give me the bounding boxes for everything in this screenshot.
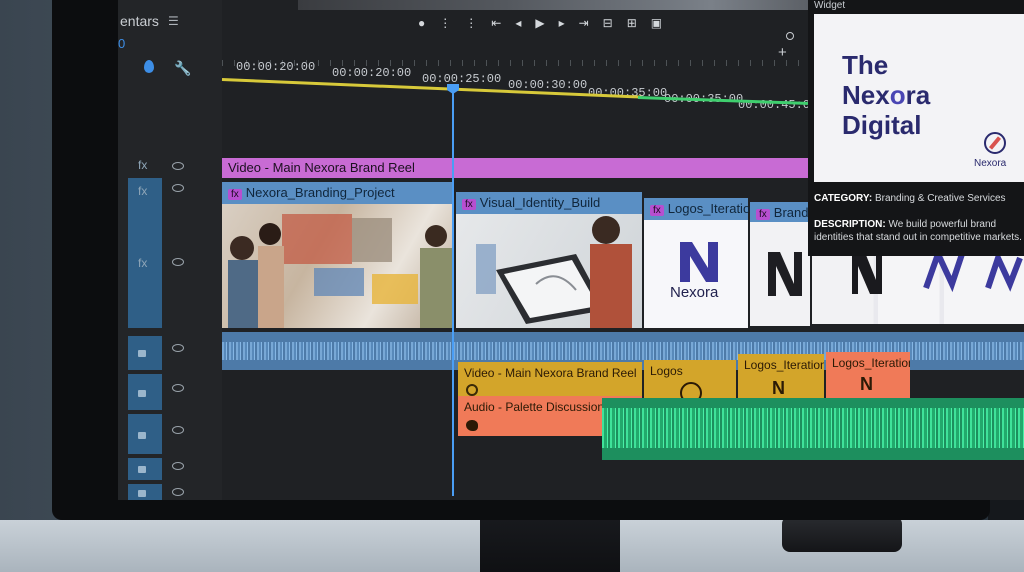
- thumbnail-logo-variant-1: [750, 222, 810, 326]
- step-forward-icon[interactable]: ▸: [559, 16, 565, 30]
- clip-title: fx Brand_: [756, 205, 816, 220]
- eye-icon[interactable]: [172, 462, 184, 470]
- waveform: [602, 408, 1024, 448]
- clip-logos-iteration[interactable]: fx Logos_Iteration: [644, 198, 757, 220]
- desk-device: [782, 516, 902, 552]
- sequence-number: 0: [118, 36, 126, 51]
- lock-icon[interactable]: [138, 466, 146, 473]
- brand-title: The Nexora Digital: [842, 50, 930, 140]
- timecode: 00:00:25:00: [422, 72, 502, 86]
- go-to-out-icon[interactable]: ⇥: [579, 16, 589, 30]
- clip-main-reel[interactable]: Video - Main Nexora Brand Reel: [222, 158, 822, 178]
- clip-label: Logos_Iteration: [744, 358, 824, 372]
- clip-label: Audio - Palette Discussion: [464, 400, 605, 414]
- widget-panel: Widget The Nexora Digital Nexora CATEGOR…: [808, 0, 1024, 256]
- brand-word-part: o: [889, 80, 906, 110]
- out-point-icon[interactable]: ⋮: [465, 16, 477, 30]
- editor-screen: entars ☰ 0 🔧 fx fx fx ● ⋮ ⋮ ⇤ ◂ ▶ ▸ ⇥ ⊟ …: [118, 0, 1024, 500]
- description-line: DESCRIPTION: We build powerful brand ide…: [814, 218, 1024, 244]
- logo-wordmark: Nexora: [670, 284, 719, 301]
- fx-label: fx: [138, 256, 148, 270]
- thumbnail-nexora-logo: Nexora: [644, 220, 748, 328]
- n-logo-icon: N: [772, 378, 785, 398]
- compass-logo-icon: [984, 132, 1006, 154]
- in-point-icon[interactable]: ⋮: [439, 16, 451, 30]
- eye-icon[interactable]: [172, 184, 184, 192]
- n-logo-variant-icon: [768, 252, 802, 296]
- step-back-icon[interactable]: ◂: [515, 16, 521, 30]
- export-frame-icon[interactable]: ▣: [651, 16, 662, 30]
- eye-icon[interactable]: [172, 344, 184, 352]
- clip-label: Video - Main Nexora Brand Reel: [464, 366, 637, 380]
- fx-badge: fx: [756, 209, 770, 220]
- eye-icon[interactable]: [172, 426, 184, 434]
- palette-icon: [466, 420, 478, 431]
- lock-icon[interactable]: [138, 432, 146, 439]
- lock-icon[interactable]: [138, 490, 146, 497]
- eye-icon[interactable]: [172, 384, 184, 392]
- clip-label: Logos: [650, 364, 683, 378]
- eye-icon[interactable]: [172, 488, 184, 496]
- fx-badge: fx: [228, 189, 242, 200]
- clip-label: Nexora_Branding_Project: [245, 185, 395, 200]
- brand-word-part: Nex: [842, 80, 890, 110]
- thumbnail-team-meeting: [222, 204, 454, 328]
- go-to-in-icon[interactable]: ⇤: [491, 16, 501, 30]
- add-button[interactable]: +: [778, 44, 787, 61]
- lock-icon[interactable]: [138, 350, 146, 357]
- fx-label: fx: [138, 184, 148, 198]
- color-drop-icon[interactable]: [144, 60, 154, 73]
- clip-title: fx Visual_Identity_Build: [462, 195, 600, 210]
- nexora-n-logo-icon: [680, 242, 718, 282]
- hamburger-menu-icon[interactable]: ☰: [168, 14, 179, 28]
- clip-visual-identity[interactable]: fx Visual_Identity_Build: [456, 192, 642, 214]
- wrench-icon[interactable]: 🔧: [174, 60, 191, 77]
- eye-icon[interactable]: [172, 258, 184, 266]
- compass-icon: [466, 384, 478, 396]
- fx-label: fx: [138, 158, 148, 172]
- brand-card: The Nexora Digital Nexora: [814, 14, 1024, 182]
- clip-branding-project[interactable]: fx Nexora_Branding_Project: [222, 182, 454, 204]
- lift-icon[interactable]: ⊟: [603, 16, 613, 30]
- clip-brand[interactable]: fx Brand_: [750, 202, 816, 224]
- timecode: 00:00:20:00: [332, 66, 412, 80]
- brand-line-3: Digital: [842, 110, 922, 140]
- category-value: Branding & Creative Services: [874, 193, 1006, 204]
- track-header-panel: entars ☰ 0 🔧 fx fx fx: [118, 0, 222, 500]
- timecode: 00:00:20:00: [236, 60, 316, 74]
- thumbnail-designer-tablet: [456, 214, 642, 328]
- transport-controls: ● ⋮ ⋮ ⇤ ◂ ▶ ▸ ⇥ ⊟ ⊞ ▣: [418, 12, 662, 34]
- track-v2-header: [128, 178, 162, 328]
- eye-icon[interactable]: [172, 162, 184, 170]
- play-icon[interactable]: ▶: [535, 16, 544, 30]
- clip-label: Logos_Iteration: [832, 356, 910, 370]
- brand-line-2: Nexora: [842, 80, 930, 110]
- extract-icon[interactable]: ⊞: [627, 16, 637, 30]
- brand-line-1: The: [842, 50, 889, 80]
- n-logo-icon: N: [860, 374, 873, 394]
- category-line: CATEGORY: Branding & Creative Services: [814, 192, 1024, 205]
- monitor: entars ☰ 0 🔧 fx fx fx ● ⋮ ⋮ ⇤ ◂ ▶ ▸ ⇥ ⊟ …: [52, 0, 1024, 520]
- settings-circle-icon[interactable]: [786, 32, 794, 40]
- clip-video-main-audio[interactable]: Video - Main Nexora Brand Reel: [458, 362, 642, 400]
- clip-title: fx Nexora_Branding_Project: [228, 185, 395, 200]
- category-label: CATEGORY:: [814, 193, 873, 204]
- widget-title: Widget: [814, 0, 846, 11]
- description-label: DESCRIPTION:: [814, 219, 886, 230]
- brand-word-part: ra: [905, 80, 931, 110]
- clip-label: Logos_Iteration: [667, 201, 758, 216]
- designer-tablet-image: [476, 216, 632, 328]
- audio-track-a3-waveform[interactable]: [602, 398, 1024, 460]
- clip-title: fx Logos_Iteration: [650, 201, 757, 216]
- playhead[interactable]: [452, 86, 454, 496]
- brand-mini-wordmark: Nexora: [974, 158, 1007, 169]
- clip-label: Visual_Identity_Build: [479, 195, 601, 210]
- panel-title: entars: [120, 13, 159, 29]
- lock-icon[interactable]: [138, 390, 146, 397]
- fx-badge: fx: [650, 205, 664, 216]
- fx-badge: fx: [462, 199, 476, 210]
- clip-label: Video - Main Nexora Brand Reel: [228, 160, 415, 175]
- marker-icon[interactable]: ●: [418, 16, 425, 30]
- team-meeting-image: [228, 214, 452, 328]
